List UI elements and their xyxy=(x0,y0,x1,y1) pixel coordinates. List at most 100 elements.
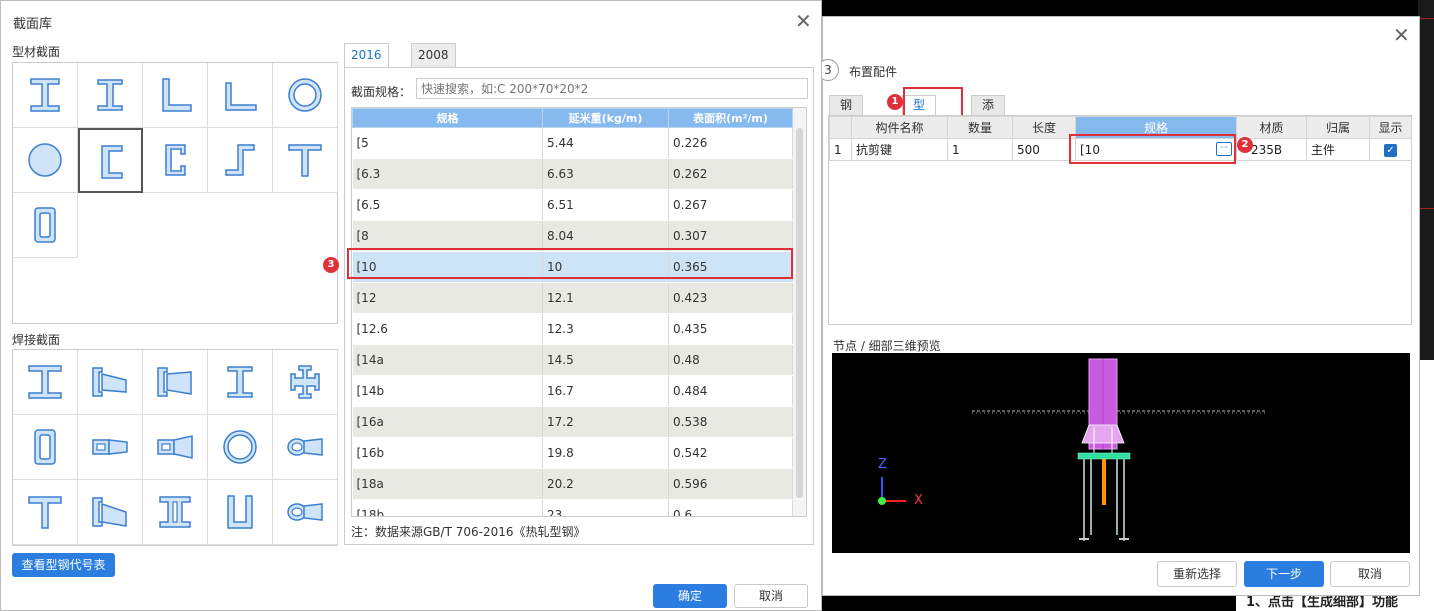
shape-welded-tapered-i[interactable] xyxy=(78,350,143,415)
rect-tube-icon xyxy=(34,207,56,243)
column-header-weight[interactable]: 延米重(kg/m) xyxy=(542,108,669,128)
tapered-box-icon xyxy=(92,439,128,455)
area-cell: 0.596 xyxy=(668,468,793,500)
shape-equal-angle[interactable] xyxy=(143,63,208,128)
shape-welded-pipe[interactable] xyxy=(208,415,273,480)
member-name-cell[interactable]: 抗剪键 xyxy=(851,138,948,161)
table-row[interactable]: [12.6 12.3 0.435 xyxy=(352,313,793,345)
search-input[interactable] xyxy=(416,78,808,99)
weight-cell: 19.8 xyxy=(542,437,669,469)
spec-cell: [12 xyxy=(352,282,543,314)
shape-pipe[interactable] xyxy=(273,63,338,128)
step-badge: 2 xyxy=(1237,137,1253,153)
background-guide-line xyxy=(1418,18,1434,19)
show-checkbox[interactable]: ✓ xyxy=(1384,144,1397,157)
table-row[interactable]: [14a 14.5 0.48 xyxy=(352,344,793,376)
shape-welded-tapered-box[interactable] xyxy=(78,415,143,480)
shape-welded-tapered-box-2[interactable] xyxy=(143,415,208,480)
cross-section-icon xyxy=(290,365,320,399)
close-icon[interactable]: ✕ xyxy=(1393,25,1410,45)
welded-i-icon xyxy=(28,365,62,399)
column-header-area[interactable]: 表面积(m²/m) xyxy=(668,108,793,128)
shape-welded-box[interactable] xyxy=(13,415,78,480)
table-row[interactable]: [18b 23 0.6 xyxy=(352,499,793,516)
ok-button[interactable]: 确定 xyxy=(653,584,727,608)
shape-welded-double-channel[interactable] xyxy=(143,480,208,545)
cancel-button[interactable]: 取消 xyxy=(1330,561,1410,587)
profile-section-label: 型材截面 xyxy=(12,45,61,59)
grid-header-length[interactable]: 长度 xyxy=(1012,116,1076,139)
axis-z-label: Z xyxy=(878,457,887,472)
welded-pipe-icon xyxy=(223,430,257,464)
c-section-icon xyxy=(165,144,186,176)
tapered-box-icon xyxy=(157,435,193,459)
grid-header-show[interactable]: 显示 xyxy=(1369,116,1412,139)
qty-cell[interactable]: 1 xyxy=(947,138,1013,161)
double-channel-icon xyxy=(159,496,191,528)
shape-welded-h[interactable] xyxy=(208,350,273,415)
spec-cell: [6.3 xyxy=(352,158,543,190)
table-row[interactable]: [6.5 6.51 0.267 xyxy=(352,189,793,221)
area-cell: 0.267 xyxy=(668,189,793,221)
spec-panel: 截面规格： 规格 延米重(kg/m) 表面积(m²/m) [55.440.226… xyxy=(344,67,814,545)
cancel-button[interactable]: 取消 xyxy=(734,584,808,608)
tab-add-part[interactable]: 添加零件 xyxy=(971,95,1006,169)
tapered-t-icon xyxy=(92,497,127,527)
shape-rect-tube[interactable] xyxy=(13,193,78,258)
shape-welded-tapered-round[interactable] xyxy=(273,480,338,545)
grid-header-qty[interactable]: 数量 xyxy=(947,116,1013,139)
shape-round-bar[interactable] xyxy=(13,128,78,193)
table-row[interactable]: [16b 19.8 0.542 xyxy=(352,437,793,469)
t-section-icon xyxy=(288,144,322,177)
shape-welded-tapered-pipe[interactable] xyxy=(273,415,338,480)
background-side-panel xyxy=(1418,360,1434,611)
table-scrollbar[interactable] xyxy=(793,108,806,516)
welded-box-icon xyxy=(34,429,56,465)
grid-header-material[interactable]: 材质 xyxy=(1236,116,1307,139)
shape-c-section[interactable] xyxy=(143,128,208,193)
shape-welded-u[interactable] xyxy=(208,480,273,545)
close-icon[interactable]: ✕ xyxy=(795,11,812,31)
table-row[interactable]: [6.3 6.63 0.262 xyxy=(352,158,793,190)
grid-header-owner[interactable]: 归属 xyxy=(1306,116,1370,139)
length-cell[interactable]: 500 xyxy=(1012,138,1076,161)
shape-t-section[interactable] xyxy=(273,128,338,193)
tapered-i-icon xyxy=(92,367,127,397)
shape-z-section[interactable] xyxy=(208,128,273,193)
reselect-button[interactable]: 重新选择 xyxy=(1157,561,1237,587)
weight-cell: 20.2 xyxy=(542,468,669,500)
step-badge: 1 xyxy=(887,94,903,110)
pipe-icon xyxy=(288,78,322,112)
arrange-parts-dialog: ✕ 3 布置配件 钢板 型钢构件 添加零件 1 构件名称 数量 长度 规格 材质… xyxy=(817,16,1420,596)
table-row[interactable]: [12 12.1 0.423 xyxy=(352,282,793,314)
scrollbar-thumb[interactable] xyxy=(796,128,803,498)
tab-steel-plate[interactable]: 钢板 xyxy=(829,95,864,131)
3d-model-drawing xyxy=(878,358,1267,541)
angle-icon xyxy=(162,78,192,112)
next-button[interactable]: 下一步 xyxy=(1244,561,1324,587)
grid-header-name[interactable]: 构件名称 xyxy=(851,116,948,139)
tab-standard-2008[interactable]: 2008标准 xyxy=(411,43,456,85)
shape-unequal-angle[interactable] xyxy=(208,63,273,128)
tab-standard-2016[interactable]: 2016标准 xyxy=(344,43,389,85)
table-row[interactable]: [18a 20.2 0.596 xyxy=(352,468,793,500)
table-row[interactable]: [5 5.44 0.226 xyxy=(352,127,793,159)
shape-i-beam[interactable] xyxy=(13,63,78,128)
table-row[interactable]: [8 8.04 0.307 xyxy=(352,220,793,252)
table-row[interactable]: [16a 17.2 0.538 xyxy=(352,406,793,438)
shape-welded-t[interactable] xyxy=(13,480,78,545)
shape-welded-cross[interactable] xyxy=(273,350,338,415)
shape-welded-tapered-i-2[interactable] xyxy=(143,350,208,415)
shape-welded-i[interactable] xyxy=(13,350,78,415)
view-code-table-button[interactable]: 查看型钢代号表 xyxy=(12,553,115,577)
shape-welded-tapered-t[interactable] xyxy=(78,480,143,545)
column-header-spec[interactable]: 规格 xyxy=(352,108,543,128)
3d-preview-viewport[interactable]: Z X xyxy=(832,353,1410,553)
shape-h-beam[interactable] xyxy=(78,63,143,128)
owner-cell[interactable]: 主件 xyxy=(1306,138,1370,161)
table-row[interactable]: [14b 16.7 0.484 xyxy=(352,375,793,407)
shape-channel-selected[interactable] xyxy=(78,128,143,193)
show-cell: ✓ xyxy=(1369,138,1412,161)
preview-label: 节点 / 细部三维预览 xyxy=(833,339,941,353)
area-cell: 0.307 xyxy=(668,220,793,252)
